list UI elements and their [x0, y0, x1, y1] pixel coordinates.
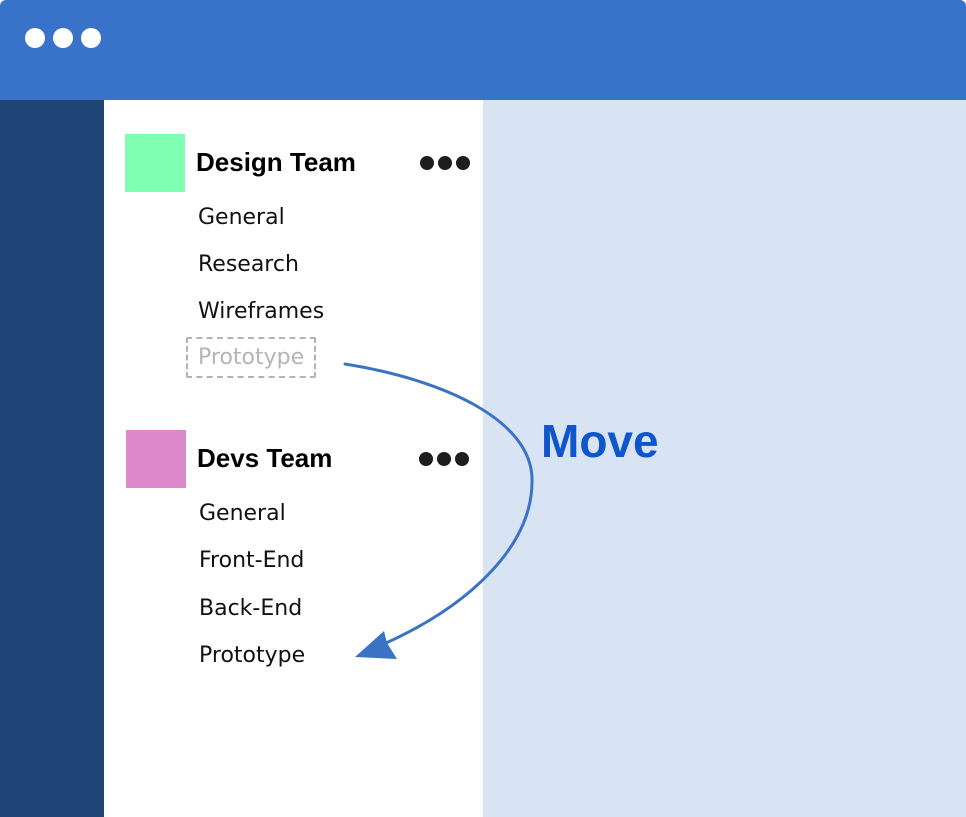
window-dot[interactable]: [25, 28, 45, 48]
channel-item[interactable]: Front-End: [199, 548, 304, 573]
channel-drag-placeholder[interactable]: Prototype: [186, 337, 317, 378]
window-dots-icon[interactable]: [25, 28, 101, 48]
team-avatar: [125, 134, 185, 192]
channel-item[interactable]: Research: [198, 252, 299, 277]
left-rail: [0, 100, 104, 817]
channel-item[interactable]: General: [199, 501, 286, 526]
channel-item[interactable]: Prototype: [199, 643, 305, 668]
channel-item[interactable]: Back-End: [199, 596, 302, 621]
more-horizontal-icon[interactable]: [420, 156, 470, 170]
team-name: Design Team: [196, 147, 356, 177]
channel-panel: Design Team General Research Wireframes …: [104, 100, 483, 815]
window-dot[interactable]: [81, 28, 101, 48]
channel-item[interactable]: General: [198, 205, 285, 230]
more-horizontal-icon[interactable]: [419, 452, 469, 466]
team-name: Devs Team: [197, 443, 333, 473]
window-titlebar: [0, 0, 966, 100]
channel-item[interactable]: Wireframes: [198, 299, 324, 324]
move-label: Move: [541, 415, 659, 467]
team-avatar: [126, 430, 186, 488]
window-dot[interactable]: [53, 28, 73, 48]
